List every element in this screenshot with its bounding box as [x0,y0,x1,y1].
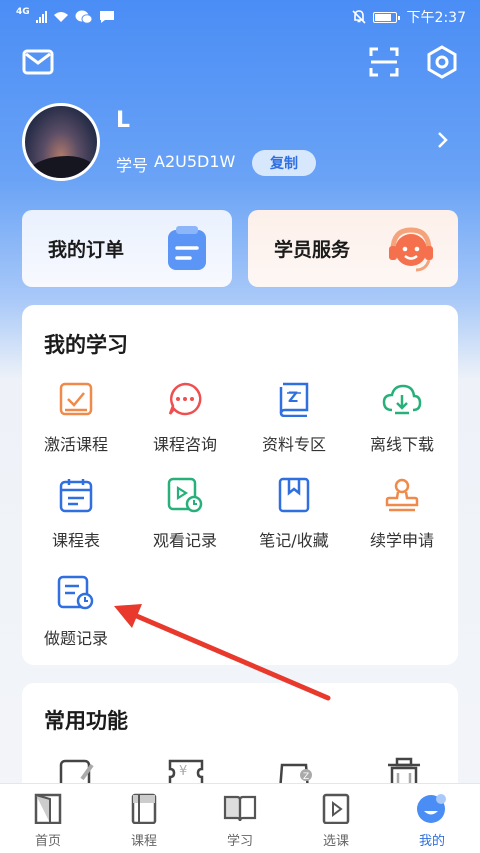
student-id: 学号 A2U5D1W [116,152,235,176]
course-consult-item[interactable]: 课程咨询 [135,379,235,455]
nav-courses-label: 课程 [130,834,157,849]
copy-button[interactable]: 复制 [252,150,316,176]
exercise-record-icon [56,573,96,613]
svg-text:Z: Z [303,772,309,782]
mute-bell-icon [351,10,366,24]
open-book-icon [222,790,258,826]
battery-icon [372,11,400,23]
stamp-icon [382,475,422,515]
cloud-download-icon [382,379,422,419]
grid-item-label: 续学申请 [369,531,434,550]
offline-download-item[interactable]: 离线下载 [352,379,452,455]
grid-item-label: 离线下载 [369,435,434,454]
svg-text:¥: ¥ [179,764,187,779]
renewal-apply-item[interactable]: 续学申请 [352,475,452,551]
nav-home[interactable]: 首页 [0,784,96,853]
grid-item-label: 做题记录 [43,629,108,648]
activate-course-item[interactable]: 激活课程 [26,379,126,455]
my-orders-label: 我的订单 [48,239,125,261]
wifi-icon [53,12,68,22]
nav-select-course[interactable]: 选课 [288,784,384,853]
student-id-value: A2U5D1W [154,152,236,171]
materials-zone-item[interactable]: Z 资料专区 [244,379,344,455]
watch-history-item[interactable]: 观看记录 [135,475,235,551]
network-type: 4G [16,7,30,17]
username: L [116,108,131,133]
nav-select-course-label: 选课 [322,834,349,849]
grid-item-label: 课程表 [51,531,100,550]
chevron-right-icon[interactable] [436,130,450,156]
my-orders-card[interactable]: 我的订单 [22,210,232,287]
my-learning-panel: 我的学习 激活课程 课程咨询 Z 资料专区 离线下载 课程表 观看记录 笔记/收… [22,305,458,665]
grid-item-label: 笔记/收藏 [259,531,329,550]
nav-mine-label: 我的 [418,834,445,849]
wechat-icon [75,10,93,24]
calendar-icon [56,475,96,515]
clock: 下午2:37 [406,10,466,26]
exercise-record-item[interactable]: 做题记录 [26,573,126,649]
nav-study[interactable]: 学习 [192,784,288,853]
grid-item-label: 观看记录 [152,531,217,550]
avatar[interactable] [22,103,100,181]
message-icon [99,11,114,23]
bookmark-icon [274,475,314,515]
course-book-icon [126,790,162,826]
order-list-icon [164,224,210,279]
common-functions-title: 常用功能 [44,709,128,733]
nav-mine[interactable]: 我的 [384,784,480,853]
nav-study-label: 学习 [226,834,253,849]
profile-face-icon [414,790,450,826]
grid-item-label: 课程咨询 [152,435,217,454]
activate-course-icon [56,379,96,419]
student-service-card[interactable]: 学员服务 [248,210,458,287]
settings-hexagon-icon[interactable] [424,44,460,80]
scan-icon[interactable] [366,44,402,80]
nav-home-label: 首页 [34,834,61,849]
play-history-icon [165,475,205,515]
mail-icon[interactable] [20,44,56,80]
book-icon: Z [274,379,314,419]
nav-courses[interactable]: 课程 [96,784,192,853]
student-id-label: 学号 [116,156,149,175]
play-video-icon [318,790,354,826]
chat-bubble-icon [165,379,205,419]
student-service-label: 学员服务 [274,239,351,261]
home-door-icon [30,790,66,826]
notes-favorites-item[interactable]: 笔记/收藏 [244,475,344,551]
status-bar: 4G 下午2:37 [0,0,480,34]
my-learning-title: 我的学习 [44,333,128,357]
grid-item-label: 激活课程 [43,435,108,454]
schedule-item[interactable]: 课程表 [26,475,126,551]
bottom-nav: 首页 课程 学习 选课 我的 [0,783,480,853]
signal-icon [35,11,47,23]
headset-support-icon [386,224,436,281]
grid-item-label: 资料专区 [261,435,326,454]
